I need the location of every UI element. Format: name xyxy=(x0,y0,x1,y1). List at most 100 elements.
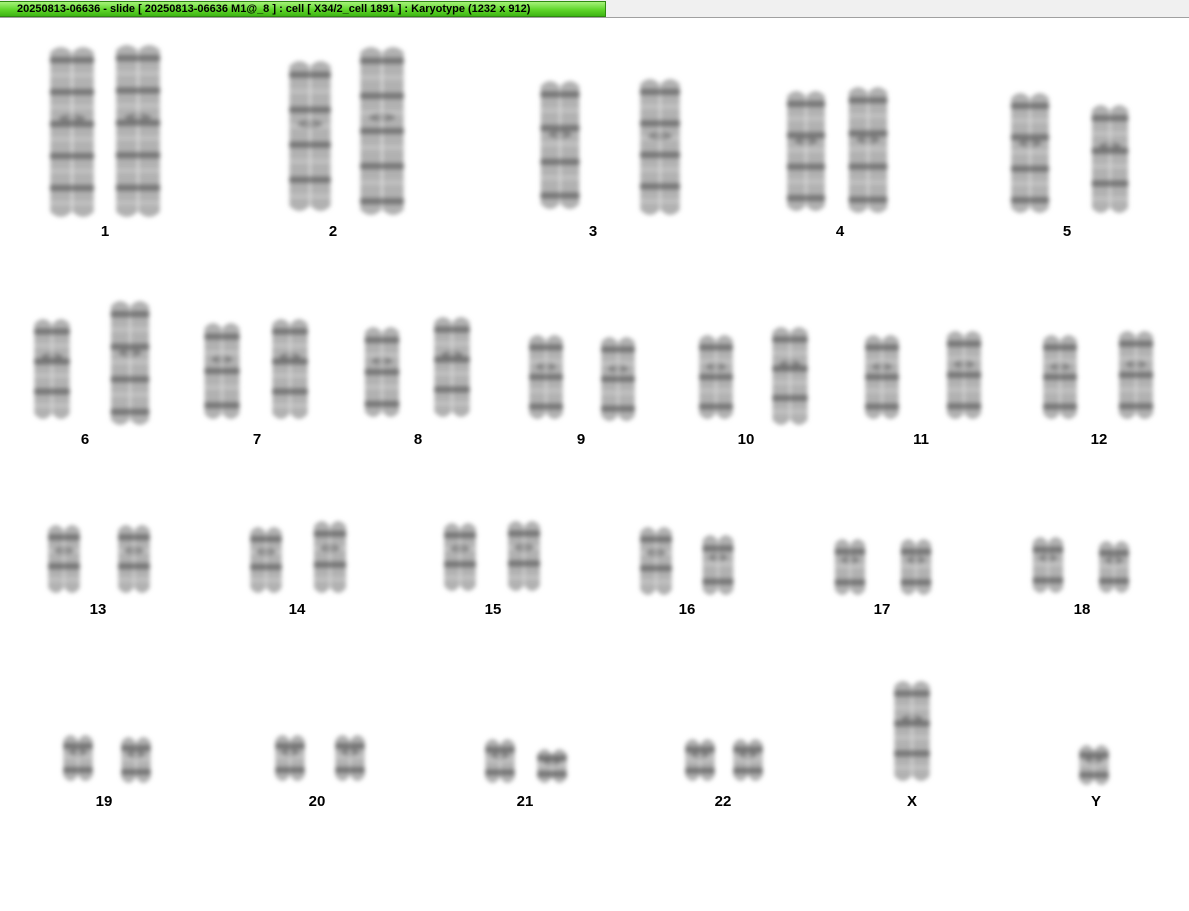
chromosome-21-homolog-1[interactable] xyxy=(485,739,515,783)
chromosome-19-pair[interactable] xyxy=(63,735,151,783)
chromosome-18-homolog-2[interactable] xyxy=(1098,541,1130,593)
chromosome-17-homolog-1[interactable] xyxy=(834,539,866,595)
chromosome-6-homolog-2[interactable] xyxy=(110,301,150,425)
chromosome-13-homolog-2[interactable] xyxy=(117,525,151,593)
centromere xyxy=(953,360,975,369)
chromosome-11-pair[interactable] xyxy=(864,331,982,419)
chromosome-7-pair[interactable] xyxy=(204,319,309,419)
chromosome-5-homolog-1[interactable] xyxy=(1010,93,1050,213)
chromosome-17-pair[interactable] xyxy=(834,539,932,595)
chromosome-10-homolog-1[interactable] xyxy=(698,335,734,419)
chromosome-12-pair[interactable] xyxy=(1042,331,1154,419)
chromosome-band xyxy=(772,409,808,415)
chromosome-band xyxy=(864,343,900,351)
chromosome-20-homolog-2[interactable] xyxy=(335,735,365,781)
chromosome-band xyxy=(1118,340,1154,348)
chromosome-18-pair[interactable] xyxy=(1032,537,1130,593)
chromosome-4-pair[interactable] xyxy=(786,87,888,213)
chromosome-band xyxy=(115,151,161,159)
centromere xyxy=(543,757,561,766)
chromosome-band xyxy=(864,373,900,381)
chromosome-16-homolog-2[interactable] xyxy=(702,535,734,595)
chromosome-19-homolog-1[interactable] xyxy=(63,735,93,781)
chromosome-6-pair[interactable] xyxy=(33,301,150,425)
chromosome-2-homolog-2[interactable] xyxy=(359,47,405,215)
chromosome-15-homolog-2[interactable] xyxy=(507,521,541,591)
chromosome-3-homolog-2[interactable] xyxy=(639,79,681,215)
centromere xyxy=(906,556,926,565)
chromosome-band xyxy=(900,563,932,569)
chromosome-5-pair[interactable] xyxy=(1010,93,1129,213)
chromosome-14-homolog-2[interactable] xyxy=(313,521,347,593)
chromosome-5-homolog-2[interactable] xyxy=(1091,105,1129,213)
chromosome-14-homolog-1[interactable] xyxy=(249,527,283,593)
chromosome-18-homolog-1[interactable] xyxy=(1032,537,1064,593)
chromosome-14-pair[interactable] xyxy=(249,521,347,593)
chromosome-y-pair[interactable] xyxy=(1079,745,1109,785)
chromosome-4-homolog-1[interactable] xyxy=(786,91,826,211)
chromosome-8-pair[interactable] xyxy=(364,317,471,417)
centromere xyxy=(794,137,818,146)
chromosome-band xyxy=(702,578,734,586)
chromosome-7-homolog-2[interactable] xyxy=(271,319,309,419)
chromosome-band xyxy=(772,394,808,402)
chromosome-3-pair[interactable] xyxy=(540,79,681,215)
chromosome-12-homolog-2[interactable] xyxy=(1118,331,1154,419)
chromosome-band xyxy=(110,375,150,383)
chromosome-10-pair[interactable] xyxy=(698,327,808,425)
chromosome-13-homolog-1[interactable] xyxy=(47,525,81,593)
chromosome-8-homolog-2[interactable] xyxy=(433,317,471,417)
chromosome-4-homolog-2[interactable] xyxy=(848,87,888,213)
centromere xyxy=(1038,554,1058,563)
chromosome-3-homolog-1[interactable] xyxy=(540,81,580,209)
chromosome-22-homolog-1[interactable] xyxy=(685,739,715,781)
chromosome-9-homolog-1[interactable] xyxy=(528,335,564,419)
chromosome-1-pair[interactable] xyxy=(49,45,161,217)
chromosome-12-homolog-1[interactable] xyxy=(1042,335,1078,419)
chromosome-16-pair[interactable] xyxy=(639,527,734,595)
chromosome-20-homolog-1[interactable] xyxy=(275,735,305,781)
window-title-tab[interactable]: 20250813-06636 - slide [ 20250813-06636 … xyxy=(0,1,606,17)
chromosome-band xyxy=(443,575,477,581)
chromosome-11-homolog-2[interactable] xyxy=(946,331,982,419)
chromosome-band xyxy=(359,145,405,151)
chromosome-22-pair[interactable] xyxy=(685,739,763,781)
chromosome-1-homolog-2[interactable] xyxy=(115,45,161,217)
chromosome-x-label: X xyxy=(906,793,917,810)
chromosome-13-pair[interactable] xyxy=(47,525,151,593)
chromosome-x-homolog-1[interactable] xyxy=(893,681,931,781)
chromosome-2-homolog-1[interactable] xyxy=(288,61,332,211)
chromosome-band xyxy=(900,548,932,556)
chromosome-band xyxy=(639,579,673,585)
chromatid xyxy=(660,79,680,215)
centromere xyxy=(279,352,301,361)
chromosome-band xyxy=(433,326,471,333)
chromosome-15-homolog-1[interactable] xyxy=(443,523,477,591)
chromosome-band xyxy=(110,310,150,318)
chromosome-9-pair[interactable] xyxy=(528,335,636,421)
chromosome-7-homolog-1[interactable] xyxy=(204,323,240,419)
chromosome-11-homolog-1[interactable] xyxy=(864,335,900,419)
chromosome-band xyxy=(540,124,580,132)
chromosome-21-pair[interactable] xyxy=(485,739,567,783)
chromosome-10-homolog-2[interactable] xyxy=(772,327,808,425)
chromosome-band xyxy=(433,371,471,376)
chromosome-1-homolog-1[interactable] xyxy=(49,47,95,217)
chromosome-22-homolog-2[interactable] xyxy=(733,739,763,781)
chromosome-20-pair[interactable] xyxy=(275,735,365,781)
chromosome-17-homolog-2[interactable] xyxy=(900,539,932,595)
chromosome-band xyxy=(33,388,71,395)
chromosome-x-pair[interactable] xyxy=(893,681,931,781)
chromosome-y-homolog-1[interactable] xyxy=(1079,745,1109,785)
chromosome-6-homolog-1[interactable] xyxy=(33,319,71,419)
chromosome-16-homolog-1[interactable] xyxy=(639,527,673,595)
chromosome-4-label: 4 xyxy=(835,223,845,240)
chromosome-band xyxy=(528,388,564,394)
centromere xyxy=(124,546,144,555)
chromosome-9-homolog-2[interactable] xyxy=(600,337,636,421)
chromosome-19-homolog-2[interactable] xyxy=(121,737,151,783)
chromosome-21-homolog-2[interactable] xyxy=(537,749,567,783)
chromosome-15-pair[interactable] xyxy=(443,521,541,591)
chromosome-8-homolog-1[interactable] xyxy=(364,327,400,417)
chromosome-2-pair[interactable] xyxy=(288,47,405,215)
